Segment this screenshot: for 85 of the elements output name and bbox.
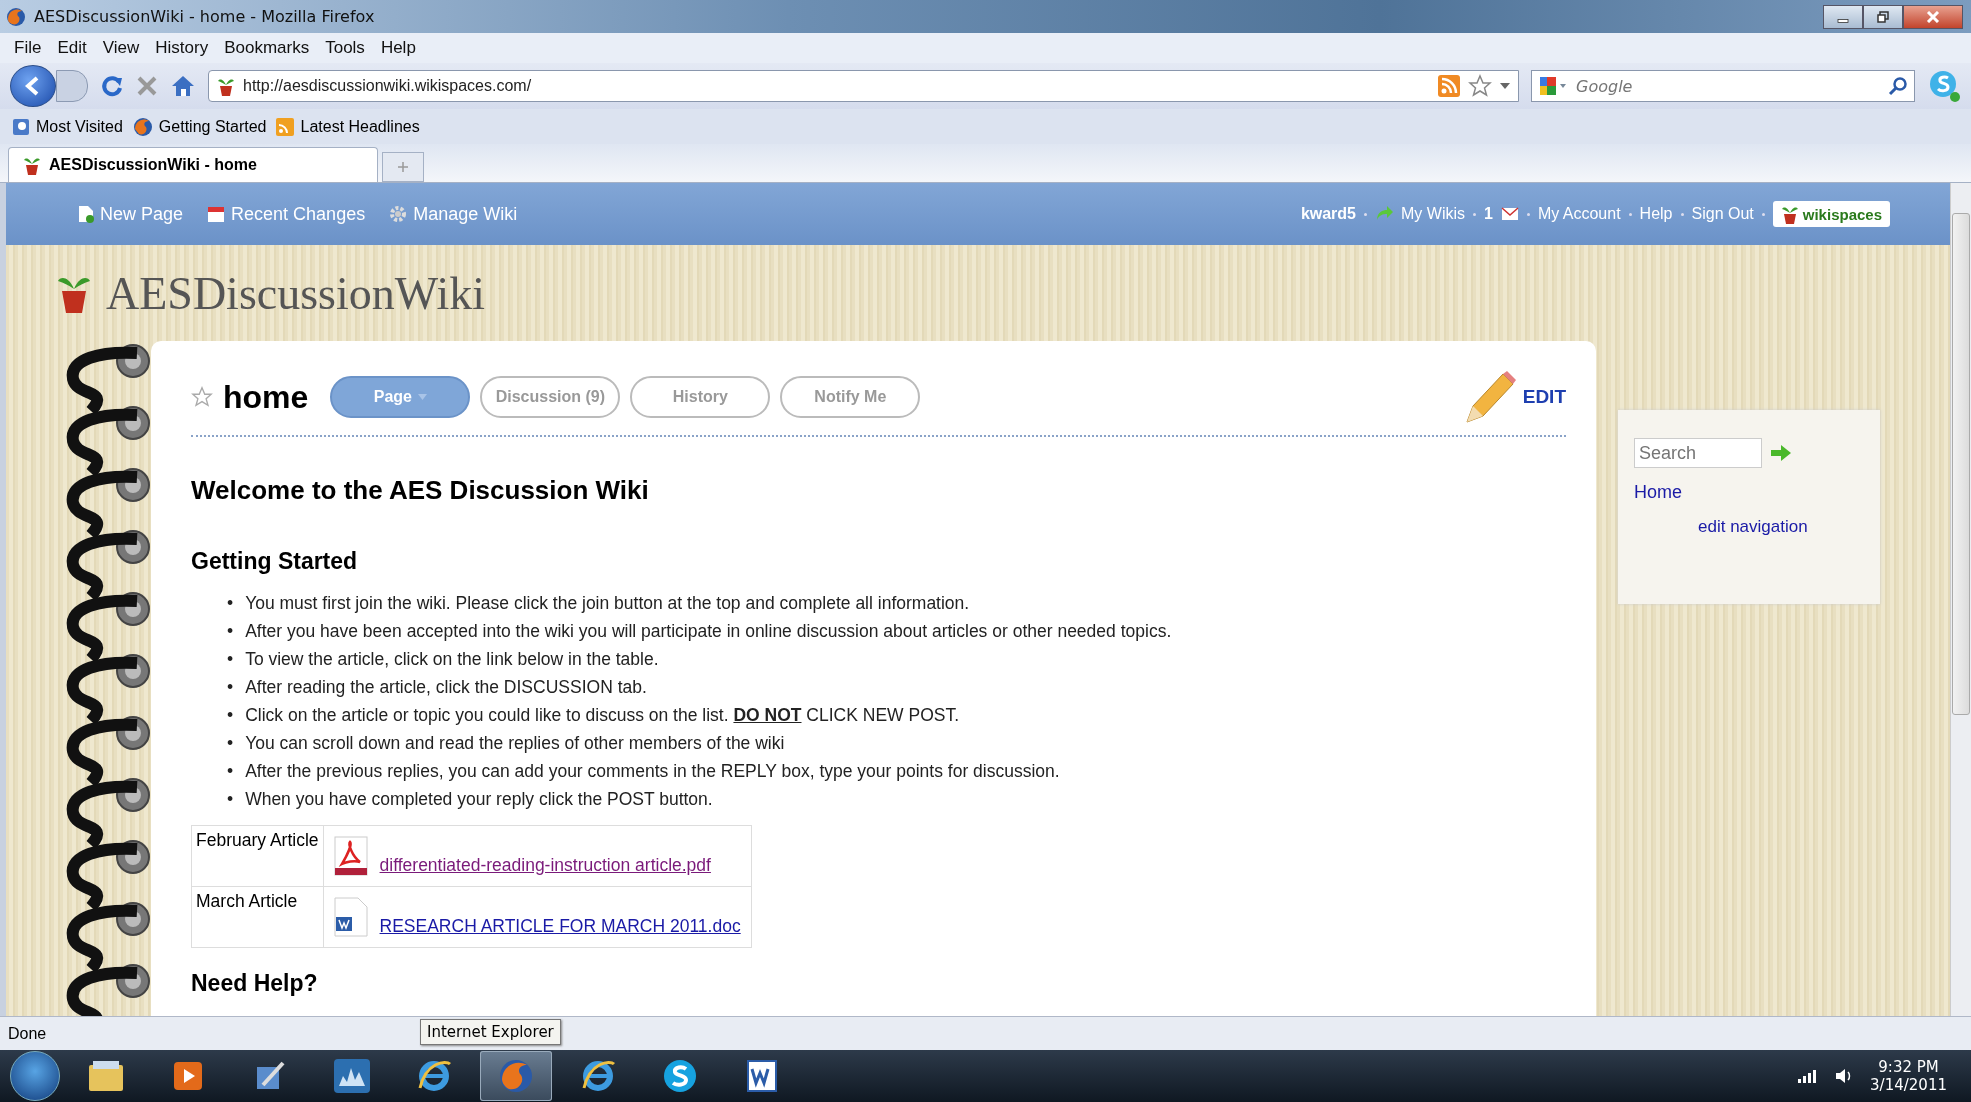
scrollbar[interactable] — [1950, 183, 1971, 1016]
bullet-marker: • — [227, 676, 234, 699]
bullet-marker: • — [227, 788, 234, 811]
letter-e-icon — [416, 1058, 452, 1094]
folder-icon — [87, 1059, 125, 1093]
reload-icon[interactable] — [100, 74, 124, 98]
bookmark-link[interactable]: Latest Headlines — [300, 117, 420, 136]
search-bar[interactable]: Google — [1531, 70, 1915, 102]
minimize-icon — [1837, 18, 1849, 23]
menu-item[interactable]: Edit — [57, 38, 87, 58]
menu-item[interactable]: Bookmarks — [224, 38, 310, 58]
window-title: AESDiscussionWiki - home - Mozilla Firefox — [34, 7, 375, 26]
letter-e-icon — [580, 1058, 616, 1094]
table-cell: March Article — [191, 886, 324, 948]
globe-fox-icon — [497, 1057, 535, 1095]
section-heading: Need Help? — [191, 970, 319, 997]
word-file-icon — [333, 897, 368, 937]
search-engine-icon[interactable] — [1538, 75, 1568, 97]
rss-icon — [276, 117, 295, 136]
bullet-marker: • — [227, 648, 234, 671]
address-field[interactable]: http://aesdiscussionwiki.wikispaces.com/ — [208, 70, 1519, 102]
envelope-icon — [1500, 207, 1519, 221]
menu-item[interactable]: Tools — [325, 38, 365, 58]
site-title: AESDiscussionWiki — [106, 266, 485, 320]
page-title: home — [223, 378, 309, 416]
bullet-marker: • — [227, 760, 234, 783]
skype-icon[interactable] — [1927, 69, 1961, 103]
back-button[interactable] — [10, 65, 56, 107]
menu-item[interactable]: View — [102, 38, 140, 58]
pdf-file-icon — [333, 836, 368, 876]
instruction-item: After reading the article, click the DISCUSSION tab. — [245, 676, 647, 699]
plus-icon — [398, 162, 408, 172]
bookmark-folder-icon — [12, 117, 30, 136]
instruction-item: To view the article, click on the link below in the table. — [245, 648, 659, 671]
bookmark-link[interactable]: Getting Started — [158, 117, 267, 136]
dropdown-icon[interactable] — [1500, 83, 1510, 89]
arrow-icon — [1375, 206, 1393, 222]
tooltip: Internet Explorer — [420, 1019, 561, 1045]
home-icon[interactable] — [170, 74, 196, 98]
restore-button[interactable] — [1863, 4, 1903, 29]
clock-date: 3/14/2011 — [1870, 1076, 1947, 1094]
clock-time: 9:32 PM — [1878, 1058, 1939, 1076]
browser-tab[interactable]: AESDiscussionWiki - home — [8, 147, 378, 182]
letter-s-icon — [662, 1058, 698, 1094]
instruction-item: You can scroll down and read the replies of other members of the wiki — [245, 732, 785, 755]
wikispaces-logo[interactable]: wikispaces — [1772, 201, 1890, 227]
firefox-icon — [6, 6, 26, 27]
restore-icon — [1877, 10, 1889, 23]
bullet-marker: • — [227, 704, 234, 727]
close-icon — [1926, 10, 1940, 23]
search-icon[interactable] — [1888, 76, 1908, 96]
menu-item[interactable]: History — [155, 38, 209, 58]
gear-icon — [389, 205, 408, 223]
bullet-marker: • — [227, 732, 234, 755]
instruction-item: You must first join the wiki. Please click the join button at the top and complete all information. — [245, 592, 970, 615]
bookmark-link[interactable]: Most Visited — [36, 117, 123, 136]
star-icon[interactable] — [1468, 74, 1492, 98]
play-icon — [172, 1060, 204, 1092]
search-field[interactable]: Google — [1574, 75, 1882, 97]
bullet-marker: • — [227, 620, 234, 643]
section-heading: Getting Started — [191, 548, 359, 575]
star-icon[interactable] — [191, 386, 213, 408]
edit-link[interactable]: EDIT — [1522, 386, 1566, 408]
instruction-item: After the previous replies, you can add your comments in the REPLY box, type your points for discussion. — [245, 760, 1060, 783]
menu-item[interactable]: File — [14, 38, 42, 58]
edit-navigation-link[interactable]: edit navigation — [1698, 517, 1864, 537]
signal-icon — [1796, 1068, 1819, 1084]
table-cell: February Article — [191, 825, 324, 887]
firefox-bookmark-icon — [132, 116, 153, 137]
status-text: Done — [8, 1024, 47, 1043]
start-button[interactable] — [10, 1051, 60, 1101]
minimize-button[interactable] — [1823, 4, 1863, 29]
search-field[interactable]: Search — [1634, 438, 1762, 468]
bullet-marker: • — [227, 592, 234, 615]
page-icon — [78, 205, 94, 223]
document-icon — [744, 1059, 780, 1093]
nav-link[interactable]: Home — [1634, 482, 1864, 503]
instruction-item: Click on the article or topic you could like to discuss on the list. DO NOT CLICK NEW POST. — [245, 704, 960, 727]
page-heading: Welcome to the AES Discussion Wiki — [191, 475, 650, 506]
instruction-item: After you have been accepted into the wiki you will participate in online discussion about articles or other needed topics. — [245, 620, 1172, 643]
instruction-item: When you have completed your reply click the POST button. — [245, 788, 713, 811]
calendar-icon — [207, 205, 226, 223]
close-button[interactable] — [1903, 4, 1963, 29]
caret-icon — [417, 394, 427, 400]
menu-item[interactable]: Help — [380, 38, 416, 58]
